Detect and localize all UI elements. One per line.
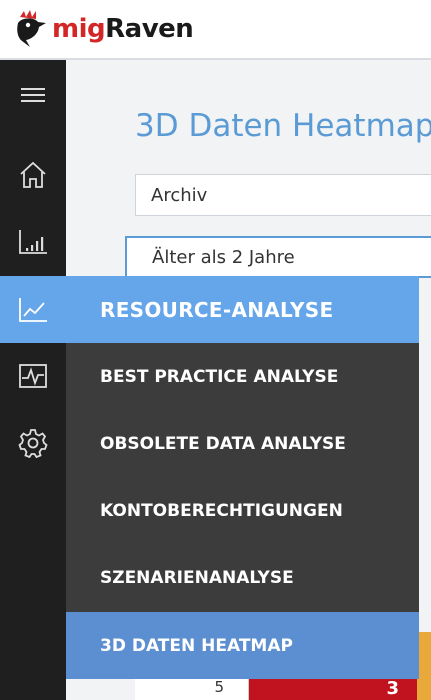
menu-item-best-practice[interactable]: BEST PRACTICE ANALYSE (66, 343, 419, 410)
menu-item-3d-heatmap[interactable]: 3D DATEN HEATMAP (66, 612, 419, 679)
brand-part-mig: mig (52, 14, 106, 44)
bar-chart-icon (19, 230, 47, 254)
category-select[interactable]: Archiv (135, 174, 431, 216)
trend-line-icon (19, 297, 47, 322)
page-title: 3D Daten Heatmap (135, 108, 431, 144)
home-icon (20, 161, 46, 188)
sidebar (0, 60, 66, 700)
sidebar-item-settings[interactable] (0, 410, 66, 476)
age-filter-select[interactable]: Älter als 2 Jahre (125, 236, 431, 278)
activity-icon (19, 364, 47, 388)
sidebar-item-monitoring[interactable] (0, 343, 66, 409)
submenu: BEST PRACTICE ANALYSE OBSOLETE DATA ANAL… (66, 343, 419, 679)
top-bar: migRaven (0, 0, 431, 60)
hamburger-menu-button[interactable] (0, 62, 66, 128)
menu-item-kontoberechtigungen[interactable]: KONTOBERECHTIGUNGEN (66, 477, 419, 544)
brand-name: migRaven (52, 14, 194, 44)
menu-header-label: RESOURCE-ANALYSE (100, 297, 334, 322)
menu-item-obsolete-data[interactable]: OBSOLETE DATA ANALYSE (66, 410, 419, 477)
gear-icon (18, 429, 48, 458)
trend-line-button (0, 276, 66, 343)
sidebar-item-statistics[interactable] (0, 209, 66, 275)
sidebar-item-home[interactable] (0, 142, 66, 208)
menu-icon (21, 88, 45, 102)
heatmap-cell-value: 3 (386, 678, 399, 699)
menu-header-resource-analyse[interactable]: RESOURCE-ANALYSE (0, 276, 419, 343)
heatmap-cell-medium[interactable] (417, 632, 431, 700)
heatmap-row-label: 5 (136, 678, 249, 700)
migraven-logo[interactable]: migRaven (12, 8, 194, 50)
brand-part-raven: Raven (105, 14, 194, 44)
menu-item-szenarienanalyse[interactable]: SZENARIENANALYSE (66, 544, 419, 611)
raven-logo-icon (17, 10, 46, 47)
